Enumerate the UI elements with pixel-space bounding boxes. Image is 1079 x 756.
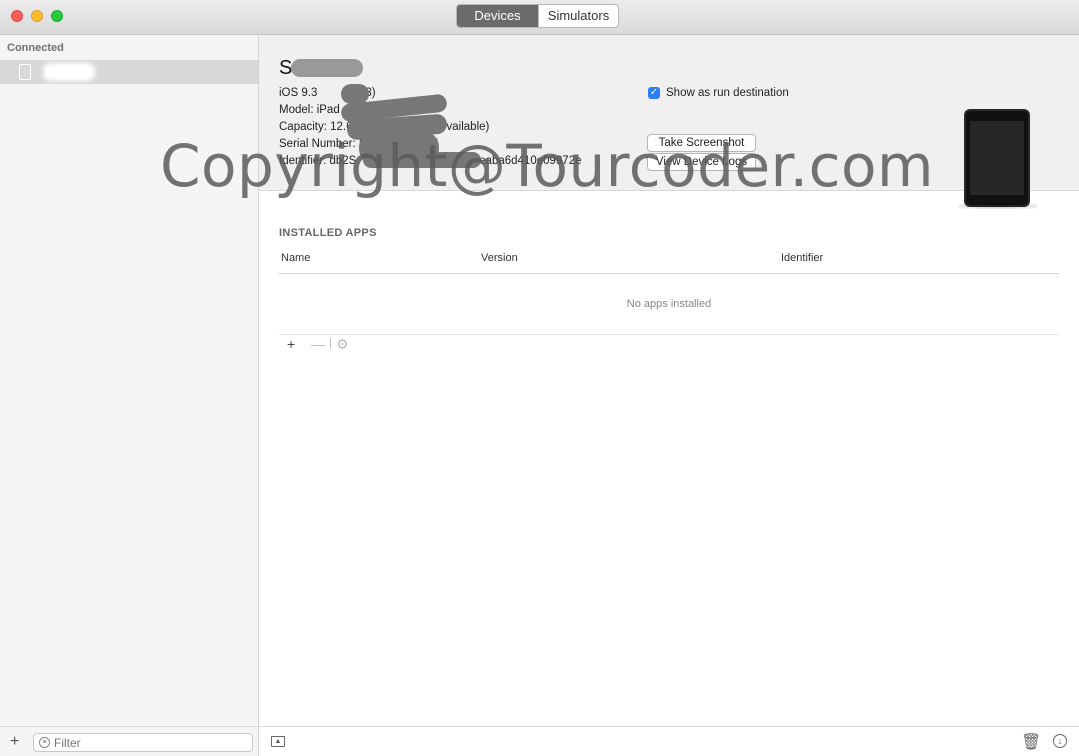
redacted-device-title bbox=[291, 59, 363, 77]
ipad-icon bbox=[19, 64, 31, 80]
redacted-device-name bbox=[43, 63, 95, 81]
app-settings-gear-icon[interactable]: ⚙ bbox=[336, 336, 349, 353]
remove-app-button[interactable]: — bbox=[311, 336, 325, 352]
ipad-screen bbox=[970, 121, 1024, 195]
checkbox-checked-icon[interactable]: ✓ bbox=[648, 87, 660, 99]
sidebar-footer: + ≡ bbox=[0, 726, 258, 756]
bottom-toolbar: ▲ 🗑 ↓ bbox=[259, 726, 1079, 756]
show-as-run-destination[interactable]: ✓ Show as run destination bbox=[648, 87, 789, 99]
column-header-identifier[interactable]: Identifier bbox=[781, 252, 823, 264]
column-header-version[interactable]: Version bbox=[481, 252, 518, 264]
filter-input[interactable] bbox=[54, 735, 244, 750]
filter-icon: ≡ bbox=[39, 737, 50, 748]
devices-simulators-segmented-control: Devices Simulators bbox=[456, 4, 619, 28]
sidebar-item-connected-device[interactable] bbox=[0, 60, 258, 84]
column-header-name[interactable]: Name bbox=[281, 252, 310, 264]
hide-panel-icon[interactable]: ▲ bbox=[271, 736, 285, 747]
filter-field[interactable]: ≡ bbox=[33, 733, 253, 752]
ipad-device-image bbox=[964, 109, 1030, 207]
ipad-shadow bbox=[959, 203, 1037, 209]
table-bottom-divider bbox=[279, 334, 1059, 335]
add-device-button[interactable]: + bbox=[10, 733, 19, 751]
trash-icon[interactable]: 🗑 bbox=[1021, 732, 1041, 752]
installed-apps-heading: INSTALLED APPS bbox=[279, 227, 377, 239]
download-icon[interactable]: ↓ bbox=[1053, 734, 1067, 748]
device-model: Model: iPad bbox=[279, 104, 340, 116]
add-app-button[interactable]: + bbox=[287, 336, 295, 352]
minimize-window-button[interactable] bbox=[31, 10, 43, 22]
title-bar: Devices Simulators bbox=[0, 0, 1079, 35]
tab-devices[interactable]: Devices bbox=[457, 5, 538, 27]
tab-simulators[interactable]: Simulators bbox=[538, 5, 618, 27]
copyright-watermark: Copyright@Tourcoder.com bbox=[160, 132, 934, 200]
toolbar-separator: | bbox=[329, 337, 332, 349]
close-window-button[interactable] bbox=[11, 10, 23, 22]
table-header-divider bbox=[279, 273, 1059, 274]
no-apps-message: No apps installed bbox=[626, 298, 712, 310]
zoom-window-button[interactable] bbox=[51, 10, 63, 22]
connected-section-heading: Connected bbox=[7, 42, 64, 54]
